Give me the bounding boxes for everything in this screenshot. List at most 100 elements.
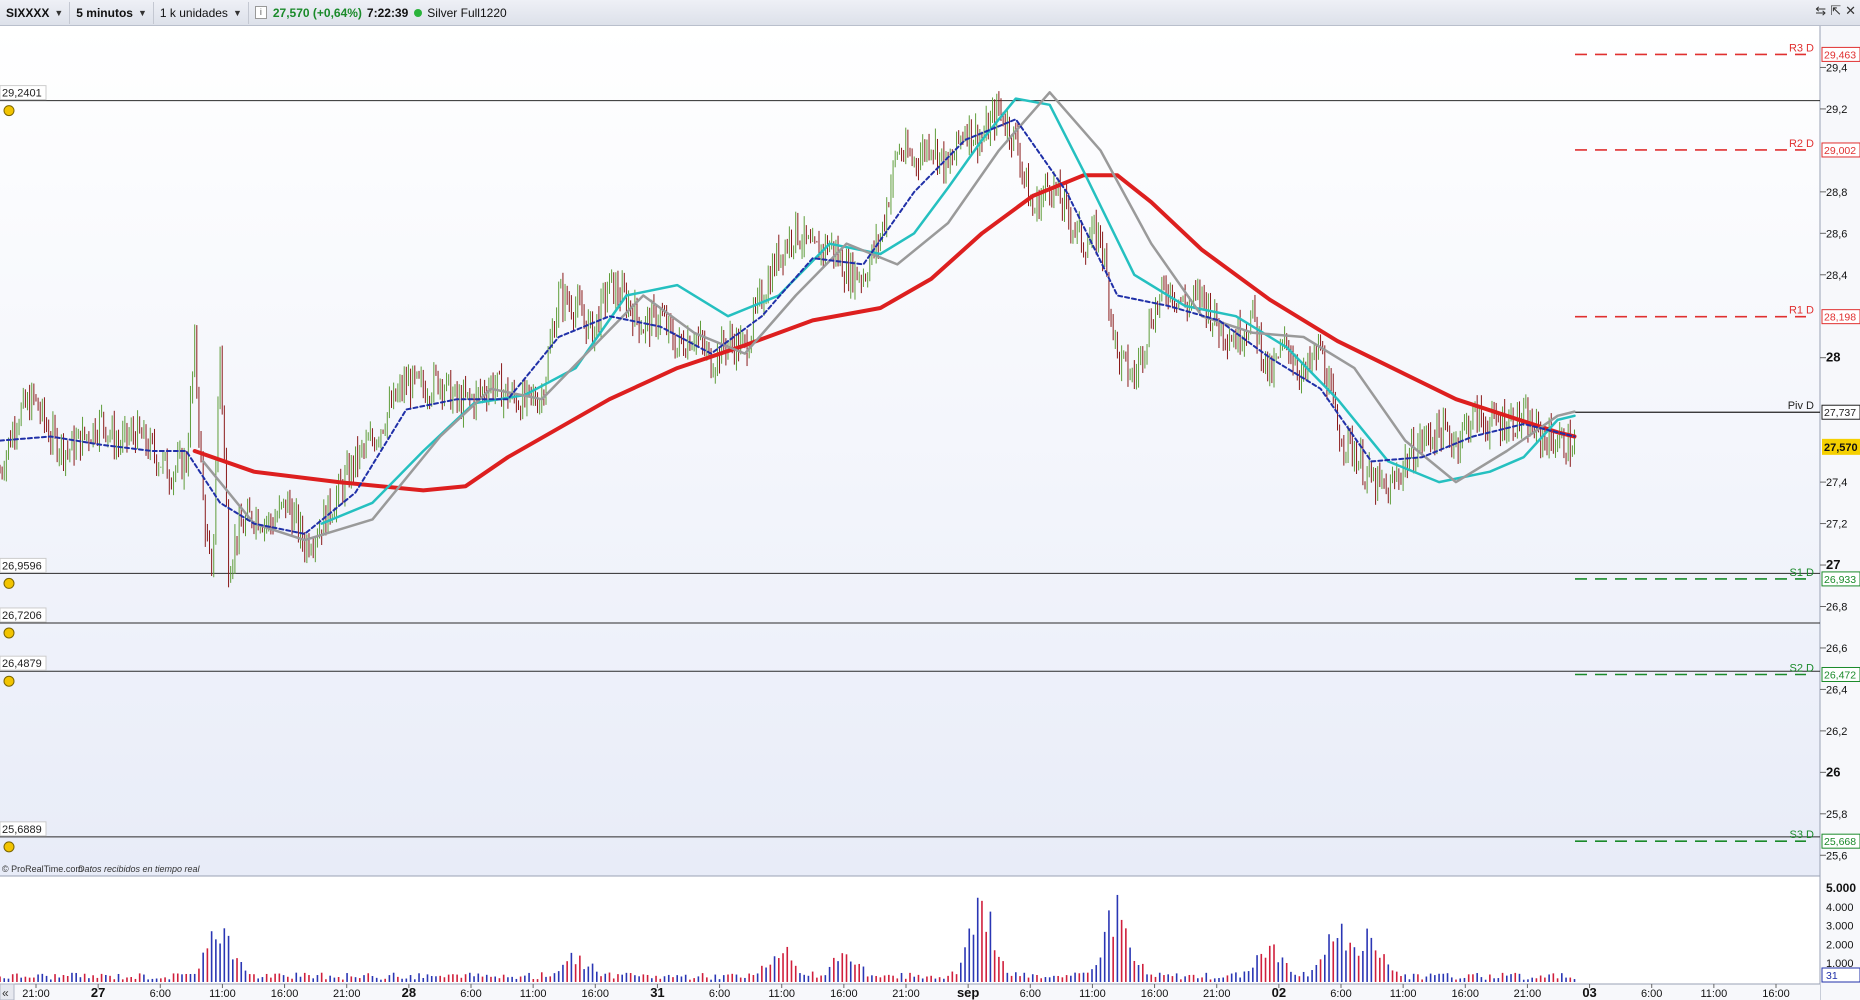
symbol-selector[interactable]: SIXXXX ▼: [0, 1, 71, 24]
alert-bell-icon: [3, 627, 15, 639]
time-tick-label: 16:00: [582, 988, 610, 1000]
volume-current-label: 31: [1826, 970, 1838, 982]
pivot-value: 27,737: [1824, 407, 1856, 419]
time-tick-label: 6:00: [1330, 988, 1351, 1000]
pivot-name: S2 D: [1790, 662, 1815, 674]
scroll-left-button[interactable]: «: [0, 983, 15, 1000]
price-chart[interactable]: 29,2401 26,9596 26,7206 26,4879 25,6889 R3 D…: [0, 26, 1860, 1000]
current-price-label: 27,570: [1824, 442, 1858, 454]
quote-display: i 27,570 (+0,64%) 7:22:39 Silver Full122…: [249, 2, 513, 24]
timeframe-label: 5 minutos: [76, 5, 133, 20]
time-tick-label: 21:00: [892, 988, 920, 1000]
footer-credit-note: Datos recibidos en tiempo real: [78, 864, 201, 874]
quote-time: 7:22:39: [366, 5, 409, 20]
time-tick-label: 21:00: [22, 988, 50, 1000]
level-label: 26,7206: [2, 610, 42, 622]
price-tick-label: 28,6: [1826, 228, 1847, 240]
price-tick-label: 28: [1826, 350, 1840, 365]
time-tick-label: sep: [957, 985, 979, 1000]
chart-toolbar: SIXXXX ▼ 5 minutos ▼ 1 k unidades ▼ i 27…: [0, 0, 1860, 26]
price-tick-label: 26: [1826, 764, 1840, 779]
time-tick-label: 28: [402, 985, 416, 1000]
last-price: 27,570 (+0,64%): [272, 5, 362, 20]
symbol-label: SIXXXX: [6, 5, 50, 20]
link-icon[interactable]: ⇆: [1815, 3, 1826, 19]
info-icon[interactable]: i: [254, 6, 267, 19]
time-tick-label: 21:00: [1514, 988, 1542, 1000]
time-tick-label: 6:00: [709, 988, 730, 1000]
price-tick-label: 29,2: [1826, 104, 1847, 116]
pivot-name: R1 D: [1789, 305, 1814, 317]
pivot-value: 26,472: [1824, 669, 1856, 681]
time-tick-label: 11:00: [1700, 988, 1727, 1000]
price-tick-label: 29,4: [1826, 62, 1847, 74]
live-status-icon: [414, 8, 423, 17]
double-chevron-left-icon: «: [2, 986, 9, 1000]
account-label: Silver Full1220: [427, 5, 507, 20]
alert-bell-icon: [3, 841, 15, 853]
units-label: 1 k unidades: [159, 5, 228, 20]
chevron-down-icon: ▼: [54, 7, 64, 18]
pivot-value: 29,463: [1824, 49, 1856, 61]
price-tick-label: 26,2: [1826, 726, 1847, 738]
volume-tick-label: 3.000: [1826, 921, 1854, 933]
footer-credit: © ProRealTime.com: [2, 864, 83, 874]
volume-tick-label: 4.000: [1826, 902, 1854, 914]
alert-bell-icon: [3, 105, 15, 117]
volume-tick-label: 5.000: [1826, 881, 1856, 895]
time-tick-label: 11:00: [209, 988, 236, 1000]
alert-bell-icon: [3, 675, 15, 687]
price-tick-label: 26,4: [1826, 684, 1847, 696]
time-tick-label: 31: [650, 985, 664, 1000]
maximize-icon[interactable]: ⇱: [1830, 3, 1841, 19]
time-tick-label: 16:00: [1452, 988, 1480, 1000]
time-tick-label: 16:00: [271, 988, 299, 1000]
time-tick-label: 11:00: [520, 988, 547, 1000]
pivot-value: 28,198: [1824, 312, 1856, 324]
pivot-name: Piv D: [1788, 400, 1814, 412]
time-tick-label: 21:00: [333, 988, 361, 1000]
price-tick-label: 25,8: [1826, 809, 1847, 821]
alert-bell-icon: [3, 577, 15, 589]
units-selector[interactable]: 1 k unidades ▼: [154, 1, 249, 24]
price-tick-label: 27,2: [1826, 519, 1847, 531]
pivot-name: R2 D: [1789, 138, 1814, 150]
level-label: 25,6889: [2, 824, 42, 836]
pivot-value: 29,002: [1824, 145, 1856, 157]
time-tick-label: 11:00: [768, 988, 795, 1000]
time-tick-label: 6:00: [1641, 988, 1662, 1000]
time-tick-label: 16:00: [1762, 988, 1790, 1000]
level-label: 26,4879: [2, 658, 42, 670]
price-tick-label: 27,4: [1826, 477, 1847, 489]
price-tick-label: 28,8: [1826, 187, 1847, 199]
pivot-name: R3 D: [1789, 42, 1814, 54]
time-tick-label: 16:00: [830, 988, 858, 1000]
close-icon[interactable]: ✕: [1845, 3, 1856, 19]
price-tick-label: 25,6: [1826, 850, 1847, 862]
time-tick-label: 11:00: [1079, 988, 1106, 1000]
time-tick-label: 11:00: [1390, 988, 1417, 1000]
time-tick-label: 03: [1582, 985, 1596, 1000]
pivot-value: 25,668: [1824, 836, 1856, 848]
price-tick-label: 26,6: [1826, 643, 1847, 655]
time-tick-label: 21:00: [1203, 988, 1231, 1000]
pivot-name: S3 D: [1790, 829, 1815, 841]
time-tick-label: 6:00: [1020, 988, 1041, 1000]
pivot-value: 26,933: [1824, 574, 1856, 586]
price-tick-label: 27: [1826, 557, 1840, 572]
time-tick-label: 02: [1272, 985, 1286, 1000]
level-label: 26,9596: [2, 560, 42, 572]
volume-tick-label: 2.000: [1826, 939, 1854, 951]
level-label: 29,2401: [2, 88, 42, 100]
timeframe-selector[interactable]: 5 minutos ▼: [70, 1, 154, 24]
price-tick-label: 26,8: [1826, 601, 1847, 613]
price-tick-label: 28,4: [1826, 270, 1847, 282]
time-tick-label: 6:00: [460, 988, 481, 1000]
chevron-down-icon: ▼: [232, 7, 242, 18]
pivot-name: S1 D: [1790, 567, 1815, 579]
window-controls: ⇆ ⇱ ✕: [1815, 3, 1856, 19]
chevron-down-icon: ▼: [137, 7, 147, 18]
volume-panel-bg: [0, 876, 1820, 984]
time-tick-label: 6:00: [150, 988, 171, 1000]
time-tick-label: 27: [91, 985, 105, 1000]
